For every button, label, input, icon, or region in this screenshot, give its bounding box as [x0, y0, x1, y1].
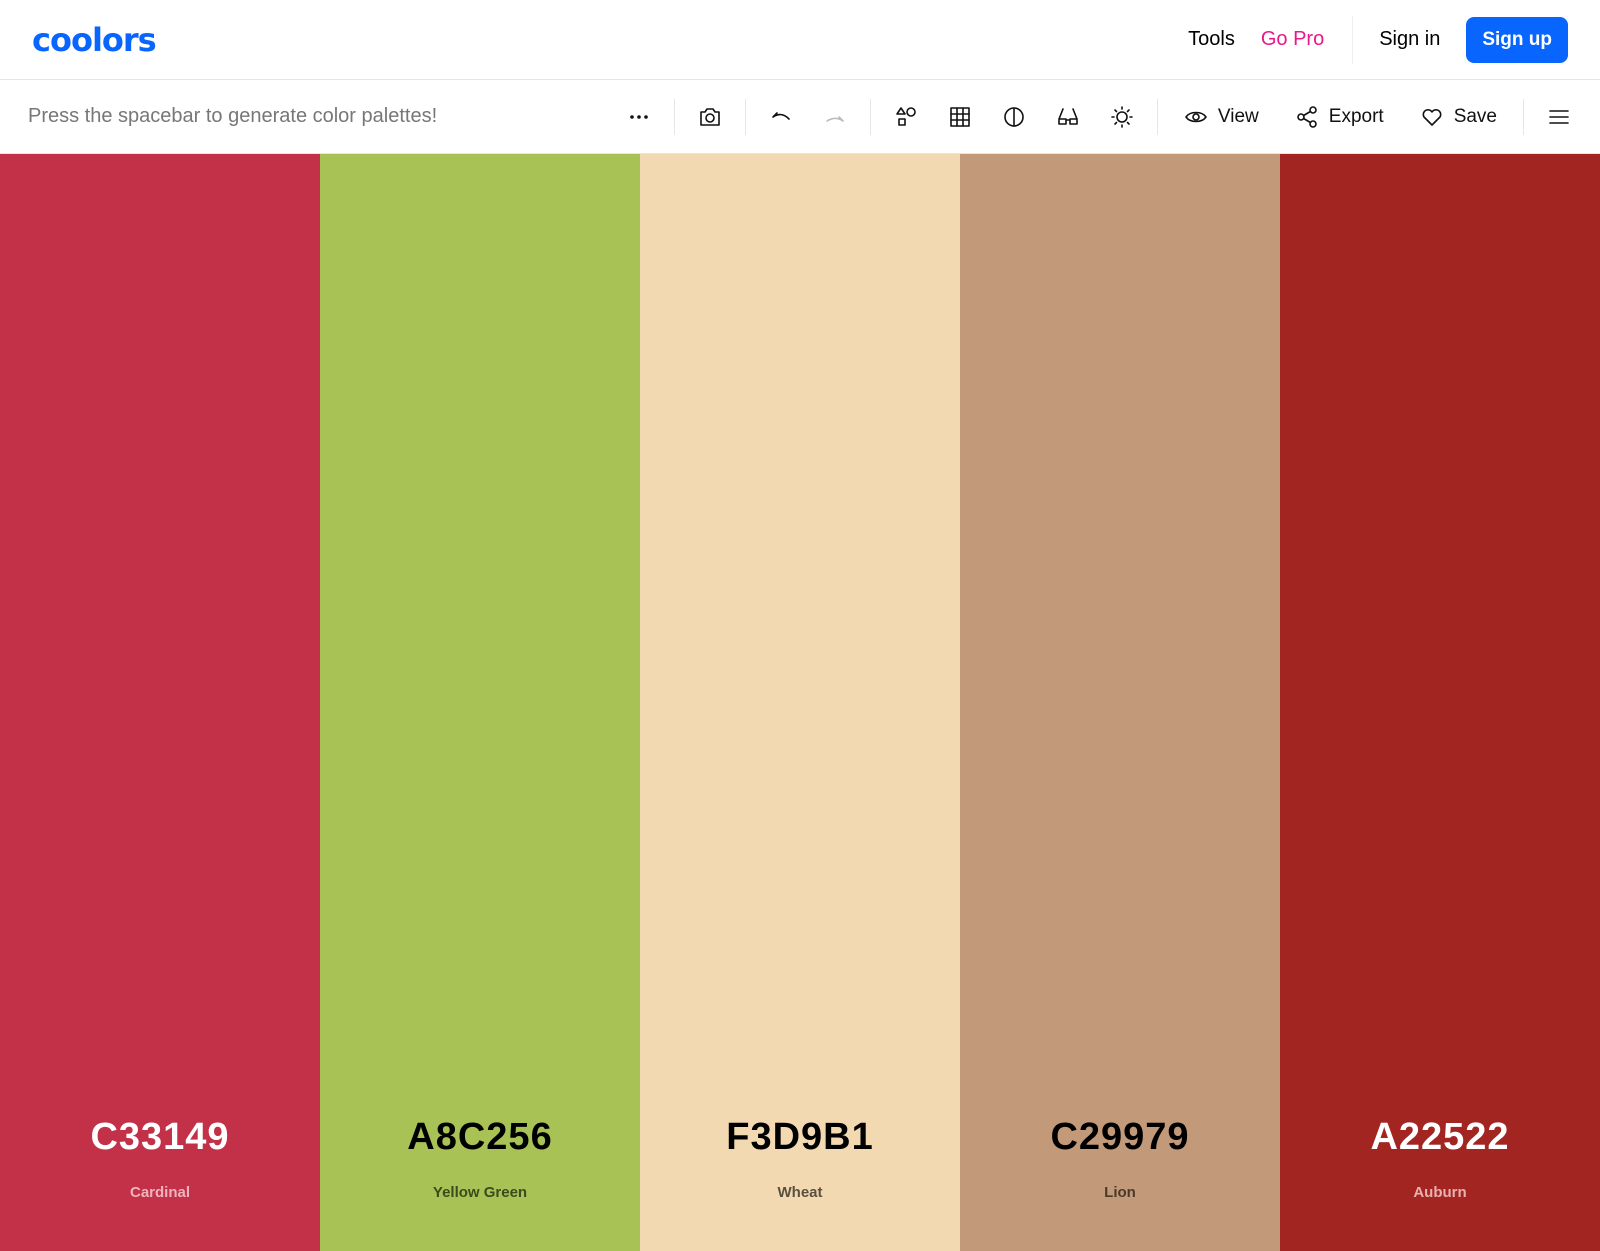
toolbar: Press the spacebar to generate color pal… [0, 80, 1600, 154]
contrast-button[interactable] [987, 90, 1041, 144]
color-name[interactable]: Yellow Green [320, 1184, 640, 1201]
share-icon [1296, 105, 1317, 128]
grid-icon [950, 106, 970, 127]
export-button[interactable]: Export [1277, 90, 1402, 144]
color-column[interactable]: C33149 Cardinal [0, 154, 320, 1251]
glasses-icon [1058, 107, 1078, 125]
save-button[interactable]: Save [1402, 90, 1515, 144]
color-column[interactable]: F3D9B1 Wheat [640, 154, 960, 1251]
hex-code[interactable]: A22522 [1280, 1116, 1600, 1159]
color-blindness-button[interactable] [1041, 90, 1095, 144]
palette: C33149 Cardinal A8C256 Yellow Green F3D9B1 Wh… [0, 154, 1600, 1251]
undo-icon [772, 111, 790, 120]
sign-up-button[interactable]: Sign up [1466, 16, 1568, 63]
hex-code[interactable]: C33149 [0, 1116, 320, 1159]
menu-button[interactable] [1532, 90, 1586, 144]
hamburger-icon [1549, 109, 1569, 124]
shapes-button[interactable] [879, 90, 933, 144]
brightness-button[interactable] [1095, 90, 1149, 144]
color-name[interactable]: Wheat [640, 1184, 960, 1201]
color-column[interactable]: A8C256 Yellow Green [320, 154, 640, 1251]
top-header: coolors Tools Go Pro Sign in Sign up [0, 0, 1600, 80]
color-name[interactable]: Auburn [1280, 1184, 1600, 1201]
camera-button[interactable] [683, 90, 737, 144]
eye-icon [1185, 111, 1207, 122]
color-column[interactable]: C29979 Lion [960, 154, 1280, 1251]
camera-icon [700, 107, 720, 126]
sun-icon [1111, 105, 1133, 128]
heart-icon [1422, 108, 1442, 126]
hex-code[interactable]: C29979 [960, 1116, 1280, 1159]
redo-button[interactable] [808, 90, 862, 144]
undo-button[interactable] [754, 90, 808, 144]
spacebar-hint: Press the spacebar to generate color pal… [28, 105, 438, 127]
color-name[interactable]: Lion [960, 1184, 1280, 1201]
grid-button[interactable] [933, 90, 987, 144]
hex-code[interactable]: A8C256 [320, 1116, 640, 1159]
redo-icon [826, 115, 844, 122]
top-nav: Tools Go Pro Sign in Sign up [1162, 15, 1568, 64]
shapes-icon [896, 106, 916, 126]
more-options-button[interactable] [612, 90, 666, 144]
view-button[interactable]: View [1166, 90, 1277, 144]
go-pro-link[interactable]: Go Pro [1261, 28, 1324, 51]
coolors-logo[interactable]: coolors [32, 21, 157, 59]
contrast-icon [1004, 106, 1024, 127]
hex-code[interactable]: F3D9B1 [640, 1116, 960, 1159]
divider [1352, 15, 1354, 64]
ellipsis-icon [630, 114, 648, 119]
view-label: View [1217, 105, 1259, 127]
color-column[interactable]: A22522 Auburn [1280, 154, 1600, 1251]
tools-link[interactable]: Tools [1188, 28, 1235, 51]
save-label: Save [1453, 105, 1497, 127]
color-name[interactable]: Cardinal [0, 1184, 320, 1201]
export-label: Export [1328, 105, 1384, 127]
sign-in-link[interactable]: Sign in [1379, 28, 1440, 51]
